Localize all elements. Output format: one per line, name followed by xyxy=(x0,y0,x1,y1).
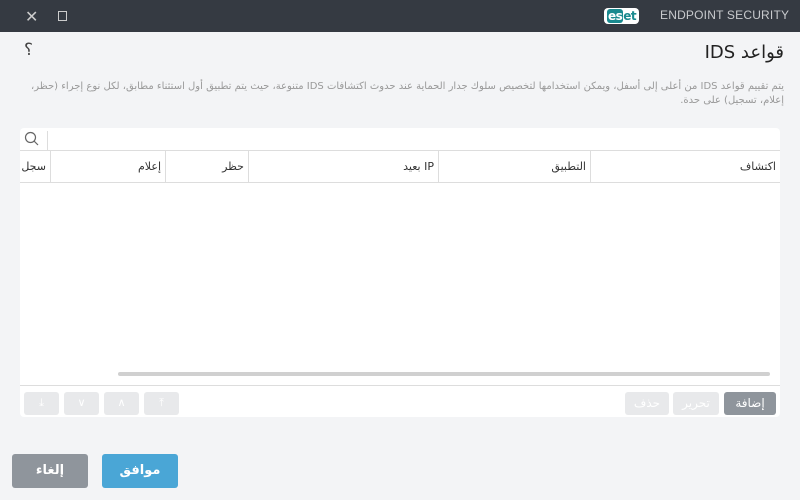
column-notify[interactable]: إعلام xyxy=(50,151,165,183)
delete-button[interactable]: حذف xyxy=(625,392,669,415)
eset-logo: eset xyxy=(604,8,640,24)
search-input[interactable] xyxy=(20,128,780,151)
close-icon[interactable]: ✕ xyxy=(25,7,38,27)
search-icon[interactable] xyxy=(24,131,48,151)
page-title: قواعد IDS xyxy=(704,42,784,63)
move-down-button[interactable]: ∨ xyxy=(64,392,99,415)
product-name: ENDPOINT SECURITY xyxy=(660,8,790,22)
edit-button[interactable]: تحرير xyxy=(673,392,719,415)
help-icon[interactable]: ؟ xyxy=(24,40,33,60)
cancel-button[interactable]: إلغاء xyxy=(12,454,88,488)
add-button[interactable]: إضافة xyxy=(724,392,776,415)
page-description: يتم تقييم قواعد IDS من أعلى إلى أسفل، وي… xyxy=(31,81,784,106)
move-top-button[interactable]: ⤒ xyxy=(144,392,179,415)
column-application[interactable]: التطبيق xyxy=(438,151,590,183)
column-block[interactable]: حظر xyxy=(165,151,248,183)
column-remote-ip[interactable]: IP بعيد xyxy=(248,151,438,183)
table-toolbar: ⤓ ∨ ∧ ⤒ حذف تحرير إضافة xyxy=(20,385,780,417)
ok-button[interactable]: موافق xyxy=(102,454,178,488)
move-up-button[interactable]: ∧ xyxy=(104,392,139,415)
move-bottom-button[interactable]: ⤓ xyxy=(24,392,59,415)
horizontal-scrollbar[interactable] xyxy=(118,372,770,376)
column-log[interactable]: سجل xyxy=(20,151,50,183)
title-bar: ✕ eset ENDPOINT SECURITY xyxy=(0,0,800,32)
column-detection[interactable]: اكتشاف xyxy=(590,151,780,183)
maximize-icon[interactable] xyxy=(58,11,67,21)
rules-table-panel: اكتشاف التطبيق IP بعيد حظر إعلام سجل ⤓ ∨… xyxy=(20,128,780,417)
table-header: اكتشاف التطبيق IP بعيد حظر إعلام سجل xyxy=(20,151,780,183)
